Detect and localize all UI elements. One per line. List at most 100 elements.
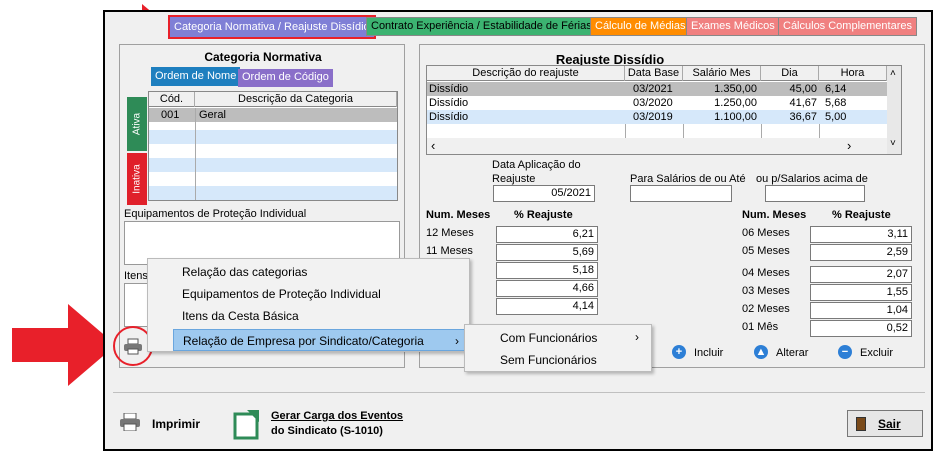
month-input[interactable]: 3,11 [810,226,912,243]
tab-calculos-complementares[interactable]: Cálculos Complementares [778,17,917,36]
cell-hora: 5,68 [825,97,847,109]
month-input[interactable]: 4,14 [496,298,598,315]
col-descricao[interactable]: Descrição da Categoria [195,92,397,107]
reajuste-panel: Reajuste Dissídio Descrição do reajuste … [419,44,925,368]
col-cod[interactable]: Cód. [149,92,195,107]
data-aplicacao-label-2: Reajuste [492,173,536,185]
grid-divider [195,108,196,200]
grid-col-lines [625,124,626,138]
grid-col-lines [761,124,762,138]
num-meses-label-left: Num. Meses [426,209,491,221]
month-label: 03 Meses [742,285,790,297]
table-row[interactable]: Dissídio 03/2020 1.250,00 41,67 5,68 [427,96,887,110]
cell-salario: 1.100,00 [714,111,757,123]
tab-contrato-experiencia[interactable]: Contrato Experiência / Estabilidade de F… [366,17,597,36]
tab-ordem-nome[interactable]: Ordem de Nome [151,67,241,86]
vertical-scrollbar[interactable]: ˄ ˅ [887,66,901,154]
tab-calculo-medias[interactable]: Cálculo de Médias [590,17,691,36]
scroll-up-icon[interactable]: ˄ [890,68,896,79]
tab-exames-medicos[interactable]: Exames Médicos [686,17,780,36]
col-descricao-reajuste[interactable]: Descrição do reajuste [427,66,625,81]
menu-item-relacao-categorias[interactable]: Relação das categorias [182,261,307,283]
categoria-grid: Cód. Descrição da Categoria 001 Geral [148,91,398,201]
cell-dia: 41,67 [789,97,817,109]
excluir-button[interactable]: Excluir [860,347,893,359]
menu-item-relacao-empresa[interactable]: Relação de Empresa por Sindicato/Categor… [173,329,468,351]
month-input[interactable]: 6,21 [496,226,598,243]
printer-icon[interactable] [119,413,141,431]
grid-empty-row [149,186,397,200]
para-salarios-label: Para Salários de ou Até [630,173,746,185]
month-input[interactable]: 1,04 [810,302,912,319]
month-label: 02 Meses [742,303,790,315]
month-input[interactable]: 2,07 [810,266,912,283]
submenu: Com Funcionários › Sem Funcionários [464,324,652,372]
menu-item-cesta-basica[interactable]: Itens da Cesta Básica [182,305,299,327]
submenu-chevron-icon: › [635,330,639,344]
cell-salario: 1.250,00 [714,97,757,109]
alterar-icon[interactable]: ▲ [754,345,768,359]
gerar-carga-line-1[interactable]: Gerar Carga dos Eventos [271,410,403,422]
sair-label: Sair [878,417,901,431]
menu-item-epi[interactable]: Equipamentos de Proteção Individual [182,283,381,305]
data-aplicacao-input[interactable]: 05/2021 [493,185,595,202]
horizontal-scrollbar[interactable]: ‹ › [427,138,887,154]
month-input[interactable]: 5,69 [496,244,598,261]
reajuste-grid: Descrição do reajuste Data Base Salário … [426,65,902,155]
submenu-item-com-funcionarios[interactable]: Com Funcionários [500,327,597,349]
incluir-icon[interactable]: + [672,345,686,359]
col-data-base[interactable]: Data Base [625,66,683,81]
tab-categoria-normativa[interactable]: Categoria Normativa / Reajuste Dissídio [168,15,376,39]
cell-desc: Dissídio [429,83,469,95]
reajuste-grid-header: Descrição do reajuste Data Base Salário … [427,66,901,81]
scroll-right-icon[interactable]: › [847,138,851,153]
cell-salario: 1.350,00 [714,83,757,95]
excluir-icon[interactable]: − [838,345,852,359]
side-tab-ativa[interactable]: Ativa [127,97,147,151]
pct-label-right: % Reajuste [832,209,891,221]
col-salario-mes[interactable]: Salário Mes [683,66,761,81]
table-row[interactable]: Dissídio 03/2019 1.100,00 36,67 5,00 [427,110,887,124]
scroll-left-icon[interactable]: ‹ [431,138,435,153]
col-dia[interactable]: Dia [761,66,819,81]
para-salarios-input[interactable] [630,185,732,202]
grid-col-lines [683,124,684,138]
alterar-button[interactable]: Alterar [776,347,808,359]
cell-base: 03/2019 [633,111,673,123]
categoria-grid-header: Cód. Descrição da Categoria [149,92,397,107]
table-row[interactable]: 001 Geral [149,108,397,122]
cell-desc: Dissídio [429,97,469,109]
grid-col-lines [819,124,820,138]
cell-base: 03/2021 [633,83,673,95]
month-input[interactable]: 5,18 [496,262,598,279]
cell-hora: 5,00 [825,111,847,123]
imprimir-button[interactable]: Imprimir [152,417,200,431]
gerar-carga-line-2[interactable]: do Sindicato (S-1010) [271,425,383,437]
col-hora[interactable]: Hora [819,66,887,81]
side-tab-inativa[interactable]: Inativa [127,153,147,205]
num-meses-label-right: Num. Meses [742,209,807,221]
tab-ordem-codigo[interactable]: Ordem de Código [238,69,333,87]
epi-label: Equipamentos de Proteção Individual [124,208,307,220]
scroll-down-icon[interactable]: ˅ [890,138,896,149]
context-menu: Relação das categorias Equipamentos de P… [147,258,470,352]
month-label: 04 Meses [742,267,790,279]
exit-door-icon [856,417,866,431]
month-input[interactable]: 0,52 [810,320,912,337]
month-label: 01 Mês [742,321,779,333]
table-row[interactable]: Dissídio 03/2021 1.350,00 45,00 6,14 [427,82,887,96]
submenu-item-sem-funcionarios[interactable]: Sem Funcionários [500,349,597,371]
gerar-carga-icon[interactable] [233,408,263,440]
month-input[interactable]: 1,55 [810,284,912,301]
cell-desc: Dissídio [429,111,469,123]
month-input[interactable]: 2,59 [810,244,912,261]
month-input[interactable]: 4,66 [496,280,598,297]
acima-input[interactable] [765,185,865,202]
categoria-title: Categoria Normativa [204,50,322,64]
acima-label: ou p/Salarios acima de [756,173,868,185]
month-label: 05 Meses [742,245,790,257]
pct-label-left: % Reajuste [514,209,573,221]
sair-button[interactable]: Sair [847,410,923,437]
incluir-button[interactable]: Incluir [694,347,723,359]
cell-dia: 36,67 [789,111,817,123]
